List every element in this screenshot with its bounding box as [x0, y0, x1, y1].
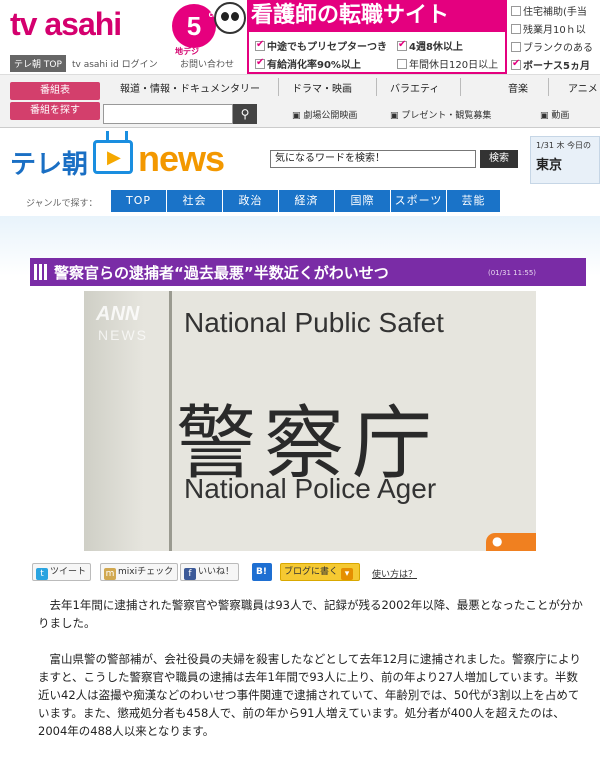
- nav-news-info[interactable]: 報道・情報・ドキュメンタリー: [120, 80, 260, 95]
- genre-international[interactable]: 国際: [335, 190, 391, 212]
- genre-sports[interactable]: スポーツ: [391, 190, 447, 212]
- ad-title: 看護師の転職サイト: [247, 0, 507, 32]
- genre-society[interactable]: 社会: [167, 190, 223, 212]
- ad-option[interactable]: 住宅補助(手当: [511, 3, 587, 18]
- nav-divider: [278, 78, 279, 96]
- checkbox-icon: [511, 6, 521, 16]
- film-strip-icon: [34, 264, 48, 280]
- article-paragraph: 去年1年間に逮捕された警察官や警察職員は93人で、記録が残る2002年以降、最悪…: [38, 598, 583, 630]
- ad-option[interactable]: ブランクのある: [511, 39, 593, 54]
- top-links: テレ朝 TOP tv asahi id ログイン お問い合わせ: [0, 55, 245, 72]
- article-paragraph: 富山県警の警部補が、会社役員の夫婦を殺害したなどとして去年12月に逮捕されました…: [38, 652, 581, 738]
- tv-asahi-logo[interactable]: tv asahi: [10, 6, 122, 43]
- facebook-like-button[interactable]: f いいね！: [180, 563, 240, 581]
- checkbox-checked-icon: [255, 39, 265, 51]
- channel-5-logo: 5 ch: [172, 4, 218, 48]
- nav-drama[interactable]: ドラマ・映画: [292, 80, 352, 95]
- news-watermark: NEWS: [98, 327, 148, 343]
- checkbox-icon: [397, 59, 407, 69]
- ad-option[interactable]: ボーナス5ヵ月: [511, 57, 590, 72]
- gift-icon: ▣: [390, 111, 402, 121]
- mixi-icon: m: [104, 568, 116, 580]
- nav-video[interactable]: ▣ 動画: [540, 108, 569, 121]
- twitter-bird-icon: t: [36, 568, 48, 580]
- article-title: 警察官らの逮捕者“過去最悪”半数近くがわいせつ: [54, 264, 389, 282]
- photo-sign-line-3: National Police Ager: [184, 473, 437, 504]
- ad-option[interactable]: 年間休日120日以上: [397, 56, 498, 71]
- genre-economy[interactable]: 経済: [279, 190, 335, 212]
- nav-present[interactable]: ▣ プレゼント・観覧募集: [390, 108, 491, 121]
- genre-label: ジャンルで探す：: [26, 199, 98, 209]
- tv-play-icon: [93, 140, 133, 174]
- news-search-button[interactable]: 検索: [480, 150, 518, 168]
- nav-variety[interactable]: バラエティ: [390, 80, 439, 95]
- genre-entertainment[interactable]: 芸能: [447, 190, 501, 212]
- panda-mascot-icon: [214, 2, 246, 34]
- article-title-bar: 警察官らの逮捕者“過去最悪”半数近くがわいせつ (01/31 11:55): [30, 258, 586, 286]
- ann-watermark: ANN: [96, 303, 140, 325]
- tweet-button[interactable]: t ツイート: [32, 563, 92, 581]
- weather-city: 東京: [536, 158, 563, 173]
- ad-option[interactable]: 有給消化率90%以上: [255, 56, 361, 71]
- chevron-down-icon: ▾: [341, 568, 354, 580]
- video-icon: ▣: [540, 111, 552, 121]
- checkbox-checked-icon: [255, 57, 265, 69]
- nav-divider: [460, 78, 461, 96]
- ad-option[interactable]: 中途でもプリセプターつき: [255, 38, 387, 53]
- find-program-button[interactable]: 番組を探す: [10, 102, 100, 120]
- ad-side-options: 住宅補助(手当 残業月10ｈ以 ブランクのある ボーナス5ヵ月: [509, 0, 600, 74]
- news-logo[interactable]: news: [138, 138, 225, 180]
- facebook-icon: f: [184, 568, 196, 580]
- checkbox-checked-icon: [511, 58, 521, 70]
- ad-option[interactable]: 4週8休以上: [397, 38, 463, 53]
- how-to-use-link[interactable]: 使い方は？: [372, 567, 417, 580]
- checkbox-checked-icon: [397, 39, 407, 51]
- mixi-check-button[interactable]: m mixiチェック: [100, 563, 179, 581]
- hatena-bookmark-button[interactable]: B!: [252, 563, 272, 581]
- search-icon[interactable]: ⚲: [233, 104, 257, 124]
- banner-ad[interactable]: 看護師の転職サイト 中途でもプリセプターつき 4週8休以上 有給消化率90%以上…: [247, 0, 600, 74]
- video-play-badge[interactable]: [486, 533, 536, 551]
- blog-button[interactable]: ブログに書く ▾: [280, 563, 361, 581]
- nav-music[interactable]: 音楽: [508, 80, 528, 95]
- nav-anime[interactable]: アニメ: [568, 80, 598, 95]
- checkbox-icon: [511, 24, 521, 34]
- news-search-input[interactable]: 気になるワードを検索！: [270, 150, 476, 168]
- genre-top[interactable]: TOP: [111, 190, 167, 212]
- ad-option[interactable]: 残業月10ｈ以: [511, 21, 586, 36]
- link-login[interactable]: tv asahi id ログイン: [72, 57, 158, 70]
- link-tv-asahi-top[interactable]: テレ朝 TOP: [10, 55, 66, 72]
- link-contact[interactable]: お問い合わせ: [180, 57, 234, 70]
- article-date: (01/31 11:55): [488, 269, 537, 277]
- nav-divider: [548, 78, 549, 96]
- checkbox-icon: [511, 42, 521, 52]
- photo-sign-line-1: National Public Safet: [184, 307, 444, 338]
- article-photo[interactable]: National Public Safet 警察庁 National Polic…: [84, 291, 536, 551]
- channel-number: 5: [186, 11, 202, 41]
- genre-politics[interactable]: 政治: [223, 190, 279, 212]
- social-share-bar: t ツイート m mixiチェック f いいね！ B! ブログに書く ▾ 使い方は？: [30, 560, 586, 584]
- tele-asa-logo[interactable]: テレ朝: [10, 144, 88, 181]
- site-search-input[interactable]: [103, 104, 233, 124]
- nav-divider: [376, 78, 377, 96]
- nav-theater-movies[interactable]: ▣ 劇場公開映画: [292, 108, 357, 121]
- film-icon: ▣: [292, 111, 304, 121]
- weather-date: 1/31 木 今日の: [536, 141, 592, 150]
- program-guide-button[interactable]: 番組表: [10, 82, 100, 100]
